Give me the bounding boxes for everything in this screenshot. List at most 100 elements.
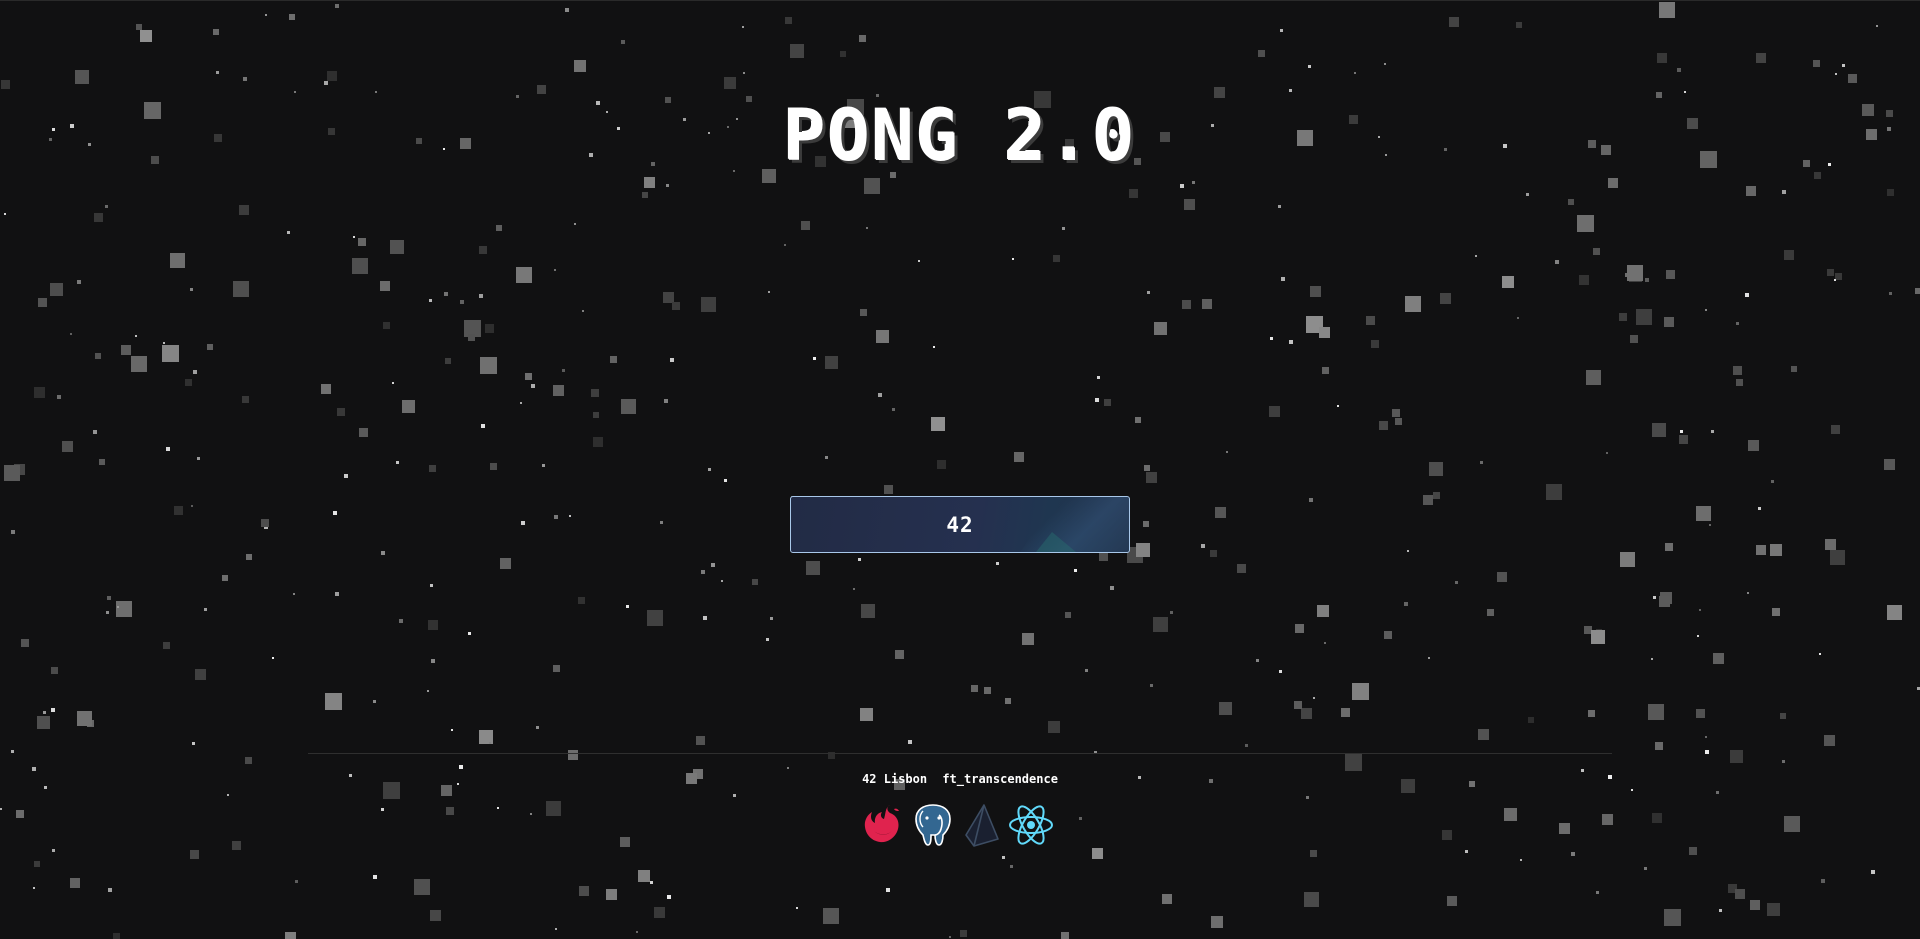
star-particle xyxy=(213,29,219,35)
star-particle xyxy=(135,335,137,337)
star-particle xyxy=(480,357,497,374)
star-particle xyxy=(918,260,920,262)
star-particle xyxy=(190,850,199,859)
star-particle xyxy=(1304,892,1319,907)
star-particle xyxy=(11,750,14,753)
star-particle xyxy=(136,24,142,30)
star-particle xyxy=(1270,337,1273,340)
star-particle xyxy=(1384,63,1386,65)
react-icon xyxy=(1009,805,1053,845)
star-particle xyxy=(1465,850,1468,853)
star-particle xyxy=(335,592,339,596)
star-particle xyxy=(1310,286,1321,297)
star-particle xyxy=(866,227,868,229)
star-particle xyxy=(44,786,47,789)
star-particle xyxy=(1301,708,1312,719)
star-particle xyxy=(1871,870,1875,874)
star-particle xyxy=(569,515,571,517)
star-particle xyxy=(1780,713,1786,719)
star-particle xyxy=(733,794,736,797)
star-particle xyxy=(460,300,464,304)
star-particle xyxy=(1150,684,1153,687)
star-particle xyxy=(1813,60,1820,67)
star-particle xyxy=(239,205,249,215)
star-particle xyxy=(593,412,599,418)
star-particle xyxy=(1309,498,1313,502)
star-particle xyxy=(87,720,94,727)
star-particle xyxy=(108,888,112,892)
star-particle xyxy=(1337,405,1339,407)
star-particle xyxy=(825,356,838,369)
star-particle xyxy=(1269,406,1280,417)
star-particle xyxy=(1728,884,1737,893)
star-particle xyxy=(245,757,252,764)
star-particle xyxy=(1061,932,1069,939)
star-particle xyxy=(1602,814,1613,825)
star-particle xyxy=(859,35,866,42)
star-particle xyxy=(650,881,653,884)
star-particle xyxy=(1487,609,1494,616)
star-particle xyxy=(464,320,481,337)
star-particle xyxy=(43,711,46,714)
star-particle xyxy=(1645,278,1649,282)
star-particle xyxy=(1092,848,1103,859)
star-particle xyxy=(1767,903,1780,916)
star-particle xyxy=(428,620,438,630)
star-particle xyxy=(1630,335,1638,343)
star-particle xyxy=(324,81,328,85)
star-particle xyxy=(1705,309,1707,311)
star-particle xyxy=(708,468,711,471)
star-particle xyxy=(1745,293,1749,297)
star-particle xyxy=(51,708,55,712)
star-particle xyxy=(344,474,348,478)
star-particle xyxy=(1516,22,1522,28)
star-particle xyxy=(468,334,475,341)
star-particle xyxy=(949,936,951,938)
star-particle xyxy=(578,597,585,604)
star-particle xyxy=(381,808,384,811)
star-particle xyxy=(1660,592,1672,604)
star-particle xyxy=(860,708,873,721)
star-particle xyxy=(70,878,80,888)
star-particle xyxy=(1771,480,1774,483)
star-particle xyxy=(1180,184,1184,188)
star-particle xyxy=(530,813,532,815)
star-particle xyxy=(1606,452,1608,454)
star-particle xyxy=(672,302,680,310)
star-particle xyxy=(479,294,483,298)
star-particle xyxy=(1889,292,1892,295)
star-particle xyxy=(1012,258,1014,260)
star-particle xyxy=(620,837,630,847)
star-particle xyxy=(996,562,999,565)
star-particle xyxy=(431,659,435,663)
star-particle xyxy=(359,428,368,437)
star-particle xyxy=(1306,796,1309,799)
star-particle xyxy=(321,384,331,394)
star-particle xyxy=(1371,340,1379,348)
star-particle xyxy=(1405,296,1421,312)
star-particle xyxy=(858,558,861,561)
star-particle xyxy=(1713,653,1724,664)
star-particle xyxy=(445,358,451,364)
star-particle xyxy=(1648,704,1664,720)
star-particle xyxy=(1341,708,1350,717)
star-particle xyxy=(1104,399,1111,406)
star-particle xyxy=(358,238,366,246)
star-particle xyxy=(289,14,295,20)
star-particle xyxy=(38,298,47,307)
star-particle xyxy=(1588,710,1595,717)
star-particle xyxy=(381,551,385,555)
star-particle xyxy=(785,17,792,24)
login-42-button[interactable]: 42 xyxy=(790,496,1130,553)
star-particle xyxy=(1887,605,1902,620)
star-particle xyxy=(1517,317,1519,319)
star-particle xyxy=(327,71,337,81)
star-particle xyxy=(216,71,219,74)
star-particle xyxy=(94,213,103,222)
star-particle xyxy=(380,281,390,291)
star-particle xyxy=(227,794,229,796)
star-particle xyxy=(429,465,436,472)
footer-credits: 42 Lisbon ft_transcendence xyxy=(0,772,1920,786)
star-particle xyxy=(441,785,452,796)
star-particle xyxy=(32,767,36,771)
